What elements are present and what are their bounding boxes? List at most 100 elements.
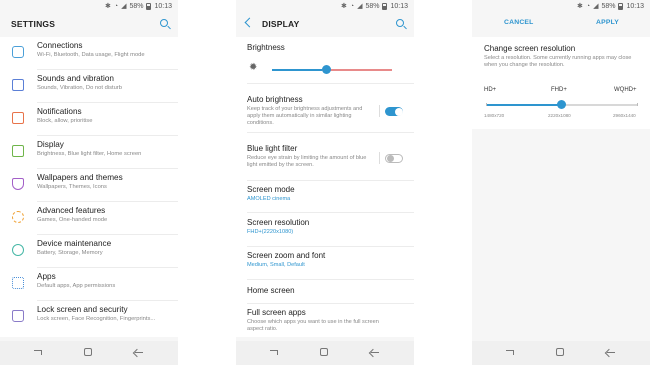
back-button[interactable] <box>369 348 379 357</box>
divider <box>247 212 414 213</box>
settings-item-subtitle: Sounds, Vibration, Do not disturb <box>37 85 122 91</box>
settings-item-subtitle: Lock screen, Face Recognition, Fingerpri… <box>37 316 156 322</box>
full-screen-apps-row[interactable]: Full screen apps Choose which apps you w… <box>236 304 414 337</box>
brush-icon <box>12 178 24 190</box>
screen-resolution-value: FHD+(2220x1080) <box>247 229 294 235</box>
brightness-track-empty <box>322 69 392 71</box>
recents-button[interactable] <box>506 348 516 357</box>
apply-button[interactable]: APPLY <box>596 19 619 26</box>
nav-bar <box>236 341 414 365</box>
settings-item-title: Sounds and vibration <box>37 74 114 83</box>
battery-percent: 58% <box>365 2 380 10</box>
sun-icon: ✹ <box>249 62 258 73</box>
search-icon[interactable] <box>396 19 404 27</box>
nav-bar <box>0 341 178 365</box>
brightness-track-filled <box>272 69 322 71</box>
apps-icon <box>12 277 24 289</box>
zoom-font-title: Screen zoom and font <box>247 251 326 260</box>
brightness-row: Brightness ✹ <box>236 37 414 84</box>
resolution-screen: ✱ ◔ ◢ 58% 10:13 CANCEL APPLY Change scre… <box>472 0 650 365</box>
option-label-fhd: FHD+ <box>551 87 567 93</box>
display-icon <box>12 145 24 157</box>
bluetooth-icon: ✱ <box>340 3 347 10</box>
bluetooth-icon: ✱ <box>104 3 111 10</box>
settings-item-title: Notifications <box>37 107 82 116</box>
status-bar: ✱ ◔ ◢ 58% 10:13 <box>236 0 414 12</box>
signal-icon: ◢ <box>593 3 599 10</box>
blue-light-toggle[interactable] <box>385 154 403 163</box>
option-value-wqhd: 2960x1440 <box>613 113 636 118</box>
screen-resolution-row[interactable]: Screen resolution FHD+(2220x1080) <box>236 214 414 247</box>
back-button[interactable] <box>605 348 615 357</box>
home-button[interactable] <box>320 348 328 356</box>
home-button[interactable] <box>556 348 564 356</box>
settings-item-notifications[interactable]: Notifications Block, allow, prioritise <box>0 103 178 136</box>
home-button[interactable] <box>84 348 92 356</box>
full-screen-apps-desc: Choose which apps you want to use in the… <box>247 319 379 332</box>
app-bar: SETTINGS <box>0 14 178 34</box>
settings-item-title: Wallpapers and themes <box>37 173 123 182</box>
signal-icon: ◢ <box>357 3 363 10</box>
page-title: DISPLAY <box>262 19 300 29</box>
settings-item-apps[interactable]: Apps Default apps, App permissions <box>0 268 178 301</box>
separator <box>379 105 380 117</box>
settings-item-subtitle: Wallpapers, Themes, Icons <box>37 184 107 190</box>
home-screen-row[interactable]: Home screen <box>236 280 414 304</box>
settings-item-wallpapers-and-themes[interactable]: Wallpapers and themes Wallpapers, Themes,… <box>0 169 178 202</box>
resolution-title: Change screen resolution <box>484 44 576 53</box>
display-list: Brightness ✹ Auto brightness Keep track … <box>236 37 414 337</box>
auto-brightness-desc: Keep track of your brightness adjustment… <box>247 106 363 126</box>
nav-bar <box>472 341 650 365</box>
blue-light-desc: Reduce eye strain by limiting the amount… <box>247 155 367 168</box>
toggle-knob <box>394 107 403 116</box>
recents-button[interactable] <box>34 348 44 357</box>
clock: 10:13 <box>154 2 172 10</box>
notifications-icon <box>12 112 24 124</box>
cancel-button[interactable]: CANCEL <box>504 19 534 26</box>
settings-item-display[interactable]: Display Brightness, Blue light filter, Ho… <box>0 136 178 169</box>
brightness-label: Brightness <box>247 43 285 52</box>
bluetooth-icon: ✱ <box>576 3 583 10</box>
settings-item-title: Display <box>37 140 64 149</box>
screen-mode-value: AMOLED cinema <box>247 196 291 202</box>
battery-percent: 58% <box>129 2 144 10</box>
recents-button[interactable] <box>270 348 280 357</box>
toggle-knob <box>386 155 394 162</box>
back-arrow-icon[interactable] <box>244 17 255 28</box>
settings-item-sounds-and-vibration[interactable]: Sounds and vibration Sounds, Vibration, D… <box>0 70 178 103</box>
lock-icon <box>12 310 24 322</box>
search-icon[interactable] <box>160 19 168 27</box>
status-bar: ✱ ◔ ◢ 58% 10:13 <box>472 0 650 12</box>
settings-item-connections[interactable]: Connections Wi-Fi, Bluetooth, Data usage,… <box>0 37 178 70</box>
back-button[interactable] <box>133 348 143 357</box>
home-screen-title: Home screen <box>247 286 295 295</box>
maintenance-icon <box>12 244 24 256</box>
auto-brightness-toggle[interactable] <box>385 107 403 116</box>
wifi-icon: ◔ <box>113 2 119 10</box>
resolution-slider-thumb[interactable] <box>557 100 566 109</box>
blue-light-row[interactable]: Blue light filter Reduce eye strain by l… <box>236 139 414 181</box>
option-value-fhd: 2220x1080 <box>548 113 571 118</box>
separator <box>379 152 380 164</box>
settings-item-lock-screen-and-security[interactable]: Lock screen and security Lock screen, Fac… <box>0 301 178 334</box>
auto-brightness-row[interactable]: Auto brightness Keep track of your brigh… <box>236 90 414 133</box>
tick-hd <box>486 103 487 106</box>
option-label-hd: HD+ <box>484 87 497 93</box>
wifi-icon: ◔ <box>585 2 591 10</box>
settings-item-advanced-features[interactable]: Advanced features Games, One-handed mode <box>0 202 178 235</box>
page-title: SETTINGS <box>11 19 56 29</box>
gear-plus-icon <box>12 211 24 223</box>
screen-mode-row[interactable]: Screen mode AMOLED cinema <box>236 181 414 213</box>
settings-item-title: Apps <box>37 272 56 281</box>
settings-item-subtitle: Games, One-handed mode <box>37 217 108 223</box>
option-label-wqhd: WQHD+ <box>614 87 637 93</box>
settings-item-device-maintenance[interactable]: Device maintenance Battery, Storage, Memo… <box>0 235 178 268</box>
stage: ✱ ◔ ◢ 58% 10:13 SETTINGS Connections Wi-F… <box>0 0 650 365</box>
auto-brightness-title: Auto brightness <box>247 95 303 104</box>
zoom-font-row[interactable]: Screen zoom and font Medium, Small, Defa… <box>236 247 414 280</box>
brightness-slider-thumb[interactable] <box>322 65 331 74</box>
settings-list: Connections Wi-Fi, Bluetooth, Data usage,… <box>0 37 178 337</box>
resolution-desc: Select a resolution. Some currently runn… <box>484 55 632 68</box>
settings-item-subtitle: Default apps, App permissions <box>37 283 116 289</box>
speaker-icon <box>12 79 24 91</box>
